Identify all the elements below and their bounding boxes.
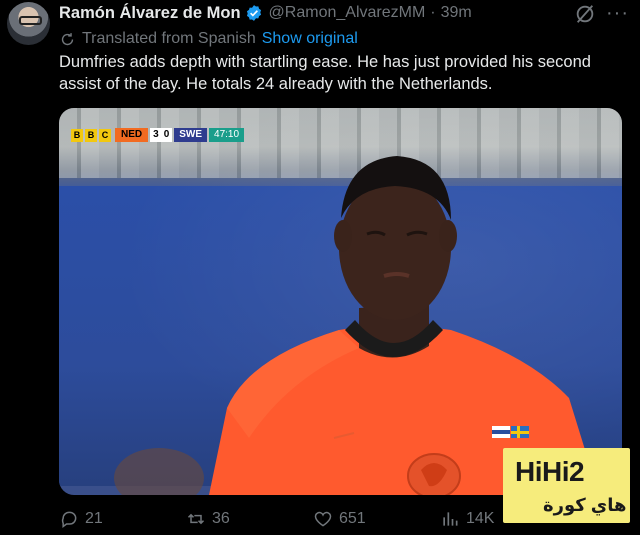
more-options-icon[interactable]: ··· [606, 2, 629, 25]
home-team: NED [115, 128, 149, 142]
reply-icon [61, 511, 77, 528]
tweet-text: Dumfries adds depth with startling ease.… [59, 53, 591, 93]
player-photo [114, 156, 599, 495]
repost-button[interactable]: 36 [186, 509, 230, 529]
tweet-media-image[interactable]: B B C NED 3 0 SWE 47:10 [59, 108, 622, 495]
translated-label: Translated from Spanish [82, 30, 256, 47]
broadcaster-letter: B [71, 128, 83, 142]
grok-icon[interactable] [574, 3, 596, 25]
tweet[interactable]: Ramón Álvarez de Mon @Ramon_AlvarezMM · … [0, 0, 640, 535]
watermark-title: HiHi2 [515, 456, 585, 487]
scoreboard-overlay: B B C NED 3 0 SWE 47:10 [71, 128, 245, 142]
broadcaster-letter: B [85, 128, 97, 142]
author-name[interactable]: Ramón Álvarez de Mon [59, 4, 241, 23]
views-icon [443, 512, 458, 526]
repost-count: 36 [212, 510, 230, 527]
broadcaster-letter: C [99, 128, 111, 142]
away-team: SWE [174, 128, 208, 142]
heart-icon [314, 511, 332, 527]
like-button[interactable]: 651 [313, 509, 366, 529]
broadcaster-logo: B B C [71, 128, 113, 142]
match-clock: 47:10 [209, 128, 245, 142]
reply-count: 21 [85, 510, 103, 527]
tweet-header: Ramón Álvarez de Mon @Ramon_AlvarezMM · … [59, 2, 472, 24]
reply-button[interactable]: 21 [59, 509, 103, 529]
translation-notice: Translated from Spanish Show original [59, 29, 358, 49]
like-count: 651 [339, 510, 366, 527]
away-score: 0 [163, 129, 170, 140]
separator-dot: · [430, 4, 436, 21]
verified-badge-icon [246, 5, 261, 21]
views-button[interactable]: 14K [440, 509, 494, 529]
show-original-link[interactable]: Show original [262, 30, 358, 48]
watermark-subtitle: هاي كورة [543, 495, 627, 515]
author-handle[interactable]: @Ramon_AlvarezMM [269, 4, 426, 22]
score: 3 0 [150, 128, 173, 142]
view-count: 14K [466, 510, 495, 527]
timestamp[interactable]: 39m [441, 4, 472, 22]
watermark-logo: HiHi2 هاي كورة [503, 448, 630, 523]
home-score: 3 [153, 129, 159, 140]
avatar[interactable] [7, 2, 50, 45]
translate-icon [61, 32, 74, 45]
repost-icon [187, 513, 205, 525]
